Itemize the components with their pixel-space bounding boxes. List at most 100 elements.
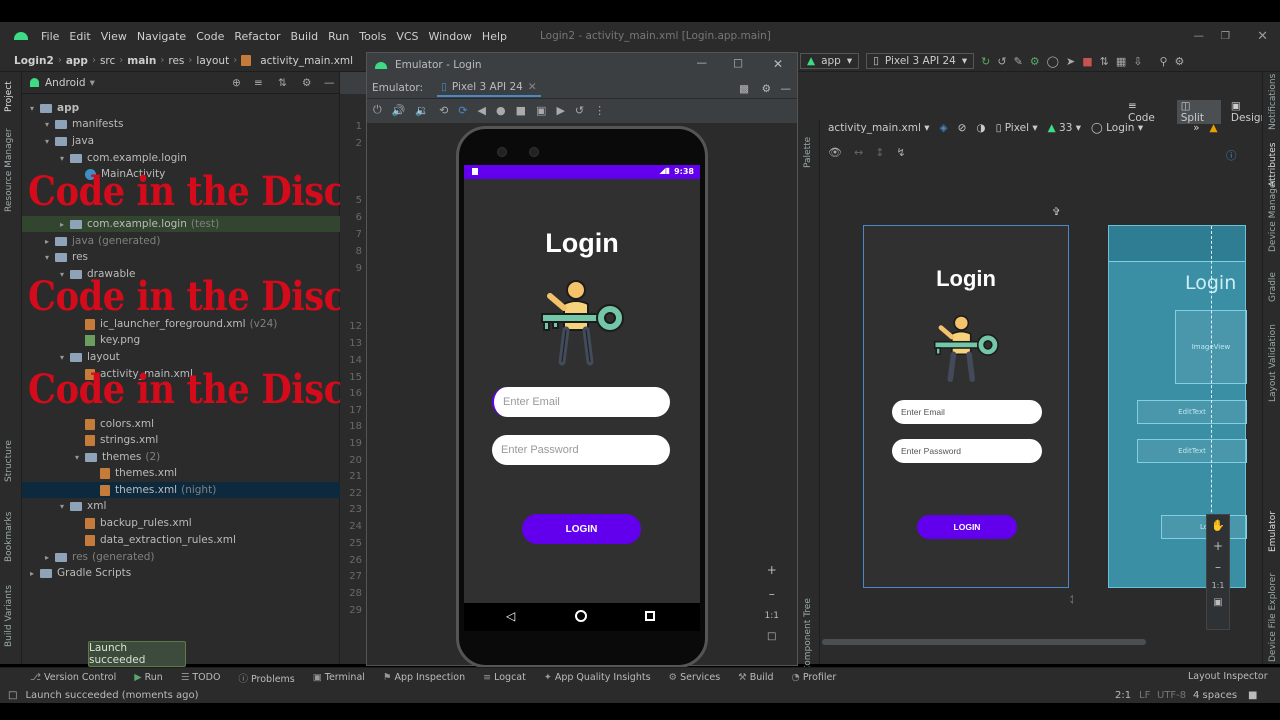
- tree-item-themes-xml[interactable]: themes.xml (night): [22, 482, 340, 498]
- design-preview[interactable]: Login Enter Email Enter Password LOGIN: [863, 225, 1069, 588]
- select-opened-file-icon[interactable]: ⊕: [232, 77, 241, 89]
- menu-refactor[interactable]: Refactor: [229, 30, 285, 43]
- help-icon[interactable]: ⓘ: [1226, 148, 1237, 163]
- hide-panel-icon[interactable]: —: [324, 77, 335, 89]
- warning-icon[interactable]: ▲: [1210, 122, 1218, 134]
- line-separator[interactable]: LF: [1139, 690, 1150, 701]
- tree-item-layout[interactable]: ▾ layout: [22, 349, 340, 365]
- expand-arrow-icon[interactable]: ▾: [60, 353, 70, 362]
- run-config-select[interactable]: ▲ app ▾: [800, 53, 860, 69]
- expand-arrow-icon[interactable]: ▸: [45, 553, 55, 562]
- overview-icon[interactable]: ■: [516, 104, 526, 117]
- pin-icon[interactable]: ✞: [1052, 206, 1061, 218]
- tool-tab-logcat[interactable]: ≡ Logcat: [483, 672, 526, 683]
- preview-password-field[interactable]: Enter Password: [892, 439, 1042, 463]
- apply-changes-icon[interactable]: ↺: [997, 55, 1006, 68]
- record-icon[interactable]: ▶: [556, 104, 564, 117]
- tool-tab-bookmarks[interactable]: Bookmarks: [4, 512, 14, 562]
- tree-item-themes-xml[interactable]: themes.xml: [22, 465, 340, 481]
- tool-tab-build-variants[interactable]: Build Variants: [4, 585, 14, 647]
- tree-item-com-example-login[interactable]: ▾ com.example.login: [22, 150, 340, 166]
- tool-tab-structure[interactable]: Structure: [4, 440, 14, 482]
- menu-edit[interactable]: Edit: [64, 30, 95, 43]
- search-icon[interactable]: ⚲: [1159, 55, 1167, 68]
- layout-icon[interactable]: ▩: [739, 83, 749, 95]
- settings-icon[interactable]: ⚙: [1175, 55, 1185, 68]
- tree-item-app[interactable]: ▾ app: [22, 100, 340, 116]
- expand-all-icon[interactable]: ⇅: [278, 77, 287, 89]
- tree-item-key-png[interactable]: key.png: [22, 332, 340, 348]
- resize-handle-icon[interactable]: ⥑: [1070, 592, 1076, 607]
- expand-arrow-icon[interactable]: ▸: [45, 237, 55, 246]
- password-field[interactable]: Enter Password: [492, 435, 670, 465]
- tree-item-gradle-scripts[interactable]: ▸ Gradle Scripts: [22, 565, 340, 581]
- tool-tab-app-quality-insights[interactable]: ✦ App Quality Insights: [544, 672, 651, 683]
- breadcrumb-main[interactable]: main: [123, 55, 160, 67]
- expand-arrow-icon[interactable]: ▾: [30, 104, 40, 113]
- theme-select[interactable]: ◯ Login ▾: [1091, 122, 1143, 134]
- tool-tab-layout-validation[interactable]: Layout Validation: [1268, 324, 1278, 402]
- lock-icon[interactable]: ■: [1248, 690, 1257, 701]
- zoom-in-icon[interactable]: +: [767, 563, 777, 577]
- expand-arrow-icon[interactable]: ▾: [45, 253, 55, 262]
- zoom-ratio[interactable]: 1:1: [1212, 581, 1225, 590]
- design-h-scrollbar[interactable]: [822, 639, 1146, 645]
- menu-help[interactable]: Help: [477, 30, 512, 43]
- volume-down-icon[interactable]: 🔉: [415, 104, 429, 117]
- tool-tab-run[interactable]: ▶ Run: [134, 672, 163, 683]
- close-tab-icon[interactable]: ✕: [528, 81, 537, 93]
- expand-arrow-icon[interactable]: ▸: [60, 220, 70, 229]
- device-select[interactable]: ▯ Pixel ▾: [996, 122, 1038, 134]
- breadcrumb-src[interactable]: src: [96, 55, 119, 67]
- menu-run[interactable]: Run: [323, 30, 354, 43]
- rotate-right-icon[interactable]: ⟳: [458, 104, 467, 117]
- home-icon[interactable]: ●: [496, 104, 506, 117]
- hide-icon[interactable]: —: [781, 83, 792, 95]
- menu-code[interactable]: Code: [191, 30, 229, 43]
- expand-arrow-icon[interactable]: ▸: [30, 569, 40, 578]
- screenshot-icon[interactable]: ▣: [536, 104, 546, 117]
- profile-icon[interactable]: ◯: [1047, 55, 1059, 68]
- gear-icon[interactable]: ⚙: [762, 83, 771, 95]
- constraint-h-icon[interactable]: ↔: [854, 146, 863, 159]
- tool-tab-device-file-explorer[interactable]: Device File Explorer: [1268, 573, 1278, 662]
- back-icon[interactable]: ◀: [478, 104, 486, 117]
- breadcrumb-app[interactable]: app: [62, 55, 92, 67]
- tool-tab-build[interactable]: ⚒ Build: [738, 672, 773, 683]
- emulator-device-tab[interactable]: ▯ Pixel 3 API 24 ✕: [437, 79, 541, 97]
- menu-tools[interactable]: Tools: [354, 30, 391, 43]
- maximize-icon[interactable]: □: [733, 57, 743, 69]
- overflow-icon[interactable]: »: [1193, 122, 1199, 134]
- tree-item-themes[interactable]: ▾ themes (2): [22, 449, 340, 465]
- attach-debugger-icon[interactable]: ➤: [1066, 55, 1075, 68]
- nav-back-icon[interactable]: ◁: [506, 609, 515, 623]
- constraint-v-icon[interactable]: ↕: [875, 146, 884, 159]
- zoom-to-fit-icon[interactable]: ▣: [1213, 597, 1222, 608]
- indent-setting[interactable]: 4 spaces: [1193, 690, 1237, 701]
- component-tree-tab[interactable]: Component Tree: [803, 598, 813, 672]
- sync-gradle-icon[interactable]: ⇅: [1100, 55, 1109, 68]
- file-encoding[interactable]: UTF-8: [1157, 690, 1186, 701]
- pan-hand-icon[interactable]: ✋: [1211, 519, 1225, 532]
- tree-item-manifests[interactable]: ▾ manifests: [22, 116, 340, 132]
- stop-icon[interactable]: ■: [1082, 55, 1092, 68]
- eye-icon[interactable]: 👁: [828, 146, 842, 159]
- rotate-left-icon[interactable]: ⟲: [439, 104, 448, 117]
- nav-overview-icon[interactable]: [645, 611, 655, 621]
- email-field[interactable]: Enter Email: [492, 387, 670, 417]
- menu-view[interactable]: View: [96, 30, 132, 43]
- tool-tab-problems[interactable]: ⓘ Problems: [238, 671, 294, 685]
- blueprint-toggle-icon[interactable]: ⊘: [958, 122, 967, 134]
- design-file-select[interactable]: activity_main.xml ▾: [828, 122, 930, 134]
- tree-item-res[interactable]: ▸ res (generated): [22, 549, 340, 565]
- tool-tab-gradle[interactable]: Gradle: [1268, 272, 1278, 302]
- expand-arrow-icon[interactable]: ▾: [60, 154, 70, 163]
- breadcrumb-project[interactable]: Login2: [10, 55, 58, 67]
- mode-code-button[interactable]: ≡ Code: [1128, 100, 1167, 124]
- expand-arrow-icon[interactable]: ▾: [60, 502, 70, 511]
- palette-tab[interactable]: Palette: [803, 137, 813, 168]
- blueprint-edit-email[interactable]: EditText: [1137, 400, 1247, 424]
- close-window-icon[interactable]: ✕: [1257, 29, 1268, 44]
- tool-tab-services[interactable]: ⚙ Services: [669, 672, 721, 683]
- debug-icon[interactable]: ⚙: [1030, 55, 1040, 68]
